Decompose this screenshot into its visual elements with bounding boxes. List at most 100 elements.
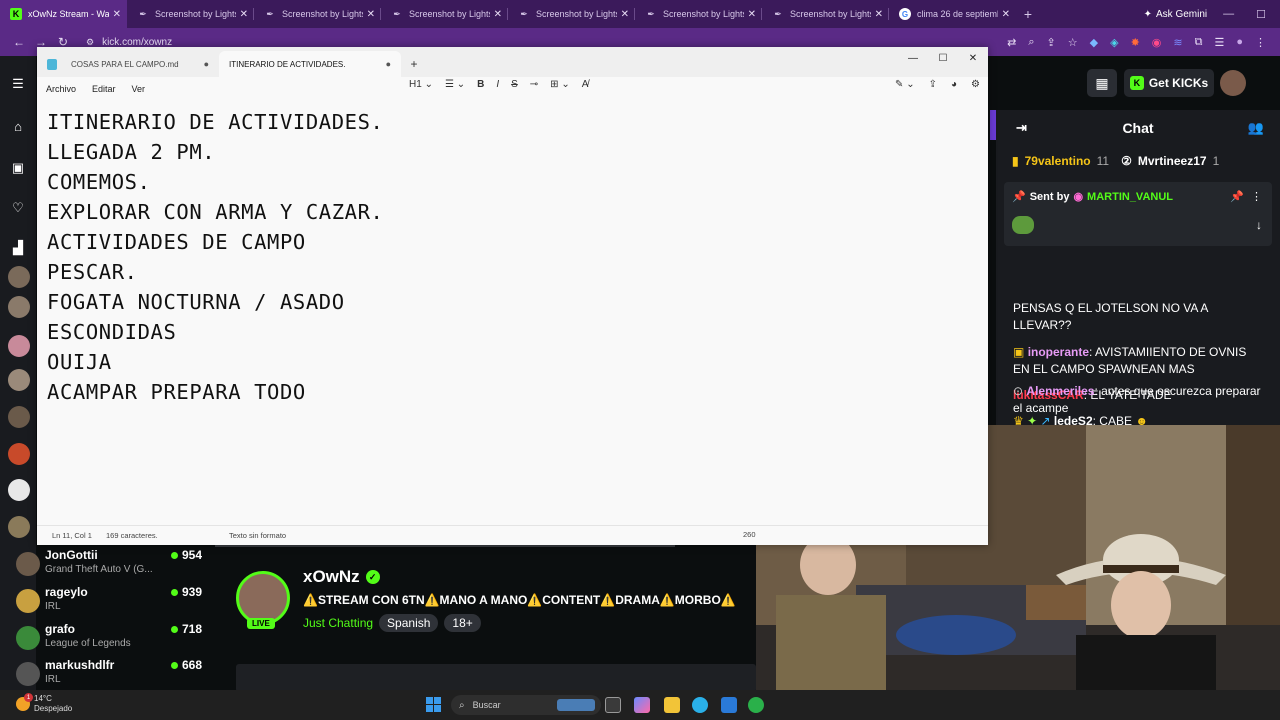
bold-icon[interactable]: B (477, 79, 484, 90)
close-tab-icon[interactable]: ✕ (113, 9, 121, 20)
gifter-name[interactable]: 79valentino (1025, 154, 1091, 168)
notepad-tab-itinerario[interactable]: ITINERARIO DE ACTIVIDADES. ● (219, 51, 401, 77)
settings-gear-icon[interactable]: ⚙ (971, 79, 980, 90)
table-icon[interactable]: ⊞ ⌄ (550, 79, 570, 90)
heading-select[interactable]: H1 ⌄ (409, 79, 433, 90)
share-icon[interactable]: ⇪ (1047, 36, 1056, 49)
pinned-username[interactable]: MARTIN_VANUL (1087, 191, 1173, 203)
copilot-app-icon[interactable] (634, 697, 650, 713)
chat-username[interactable]: inoperante (1028, 345, 1089, 359)
extension-1-icon[interactable]: ◆ (1090, 36, 1098, 49)
collapse-chat-icon[interactable]: ⇥ (1016, 120, 1027, 136)
profile-icon[interactable]: ● (1236, 36, 1243, 48)
close-tab-icon[interactable]: ✕ (748, 9, 756, 20)
notepad-tab-campo[interactable]: COSAS PARA EL CAMPO.md ● (37, 51, 219, 77)
recommended-channel[interactable]: rageylo IRL 939 (12, 585, 202, 621)
share-icon[interactable]: ⇪ (929, 79, 937, 90)
browser-tab-kick[interactable]: K xOwNz Stream - Watc ✕ (0, 0, 127, 28)
followed-channel-avatar[interactable] (8, 369, 30, 391)
zoom-icon[interactable]: ⌕ (1028, 36, 1034, 49)
get-kicks-button[interactable]: K Get KICKs (1124, 69, 1214, 97)
file-explorer-icon[interactable] (664, 697, 680, 713)
minimize-window-icon[interactable]: — (898, 53, 928, 64)
zoom-level[interactable]: 260 (743, 530, 756, 539)
list-select[interactable]: ☰ ⌄ (445, 79, 465, 90)
windows-start-icon[interactable] (426, 697, 441, 712)
more-options-icon[interactable]: ⋮ (1251, 190, 1262, 203)
menu-hamburger-icon[interactable]: ☰ (9, 76, 27, 94)
avatar[interactable] (1220, 70, 1246, 96)
streamer-name[interactable]: xOwNz ✓ (303, 567, 380, 587)
extension-3-icon[interactable]: ✸ (1131, 36, 1140, 49)
close-tab-icon[interactable]: ✕ (875, 9, 883, 20)
followed-channel-avatar[interactable] (8, 335, 30, 357)
close-window-icon[interactable]: ✕ (958, 53, 988, 64)
maximize-window-icon[interactable]: ☐ (1256, 8, 1266, 21)
extension-2-icon[interactable]: ◈ (1110, 36, 1118, 49)
followed-channel-avatar[interactable] (8, 406, 30, 428)
close-tab-icon[interactable]: ✕ (1002, 9, 1010, 20)
browser-tab-lightshot-4[interactable]: ✒ Screenshot by Lightsh ✕ (508, 0, 635, 28)
tag-pill[interactable]: 18+ (444, 614, 481, 632)
notepad-new-tab-button[interactable]: + (401, 57, 427, 77)
link-icon[interactable]: ⊸ (530, 79, 538, 90)
gifter-name[interactable]: Mvrtineez17 (1138, 154, 1207, 168)
taskbar-search[interactable]: ⌕ Buscar (451, 695, 601, 715)
followed-channel-avatar[interactable] (8, 479, 30, 501)
notepad-text-area[interactable]: ITINERARIO DE ACTIVIDADES. LLEGADA 2 PM.… (47, 107, 977, 517)
following-heart-icon[interactable]: ♡ (9, 200, 27, 218)
menu-editar[interactable]: Editar (92, 84, 116, 94)
extension-5-icon[interactable]: ≋ (1173, 36, 1182, 49)
browse-icon[interactable]: ▣ (9, 160, 27, 178)
menu-archivo[interactable]: Archivo (46, 84, 76, 94)
category-link[interactable]: Just Chatting (303, 616, 373, 630)
recommended-channel[interactable]: JonGottii Grand Theft Auto V (G... 954 (12, 548, 202, 584)
weather-widget[interactable]: 1 14°C Despejado (16, 693, 72, 714)
task-view-icon[interactable] (605, 697, 621, 713)
site-info-icon[interactable]: ⚙ (86, 37, 94, 48)
browser-menu-icon[interactable]: ⋮ (1255, 36, 1266, 49)
chat-username[interactable]: Alenmeriles (1026, 384, 1094, 398)
text-format[interactable]: Texto sin formato (229, 531, 829, 540)
close-tab-icon[interactable]: ✕ (240, 9, 248, 20)
clear-format-icon[interactable]: A̸ (582, 79, 589, 90)
close-tab-icon[interactable]: ✕ (367, 9, 375, 20)
leaderboard-icon[interactable]: ▟ (9, 240, 27, 258)
dashboard-icon[interactable]: ▦ (1087, 69, 1117, 97)
browser-tab-lightshot-5[interactable]: ✒ Screenshot by Lightsh ✕ (635, 0, 762, 28)
followed-channel-avatar[interactable] (8, 266, 30, 288)
followed-channel-avatar[interactable] (8, 296, 30, 318)
browser-tab-lightshot-3[interactable]: ✒ Screenshot by Lightsh ✕ (381, 0, 508, 28)
translate-icon[interactable]: ⇄ (1007, 36, 1016, 49)
browser-tab-lightshot-6[interactable]: ✒ Screenshot by Lightsh ✕ (762, 0, 889, 28)
unpin-icon[interactable]: 📌 (1230, 190, 1244, 203)
microsoft-store-icon[interactable] (721, 697, 737, 713)
edge-browser-icon[interactable] (692, 697, 708, 713)
browser-tab-google[interactable]: G clima 26 de septiemb ✕ (889, 0, 1016, 28)
new-tab-button[interactable]: + (1016, 6, 1040, 22)
minimize-window-icon[interactable]: — (1223, 8, 1234, 21)
recommended-channel[interactable]: markushdlfr IRL 668 (12, 658, 202, 694)
close-tab-icon[interactable]: ✕ (494, 9, 502, 20)
extension-4-icon[interactable]: ◉ (1152, 36, 1162, 49)
chrome-browser-icon[interactable] (748, 697, 764, 713)
chat-users-icon[interactable]: 👥 (1248, 120, 1264, 136)
close-tab-icon[interactable]: ✕ (621, 9, 629, 20)
extensions-puzzle-icon[interactable]: ⧉ (1195, 36, 1203, 49)
strikethrough-icon[interactable]: S (511, 79, 518, 90)
browser-tab-lightshot-2[interactable]: ✒ Screenshot by Lightsh ✕ (254, 0, 381, 28)
ask-gemini-button[interactable]: ✦ Ask Gemini (1140, 9, 1224, 20)
tag-pill[interactable]: Spanish (379, 614, 439, 632)
followed-channel-avatar[interactable] (8, 443, 30, 465)
maximize-window-icon[interactable]: ☐ (928, 53, 958, 64)
followed-channel-avatar[interactable] (8, 516, 30, 538)
reading-list-icon[interactable]: ☰ (1214, 36, 1224, 49)
avatar[interactable] (236, 571, 290, 625)
italic-icon[interactable]: I (496, 79, 499, 90)
copilot-icon[interactable]: ✎ ⌄ (895, 79, 915, 90)
expand-pinned-icon[interactable]: ↓ (1256, 218, 1262, 232)
unsaved-dot-icon[interactable]: ● (204, 59, 209, 69)
menu-ver[interactable]: Ver (132, 84, 146, 94)
unsaved-dot-icon[interactable]: ● (386, 59, 391, 69)
recommended-channel[interactable]: grafo League of Legends 718 (12, 622, 202, 658)
